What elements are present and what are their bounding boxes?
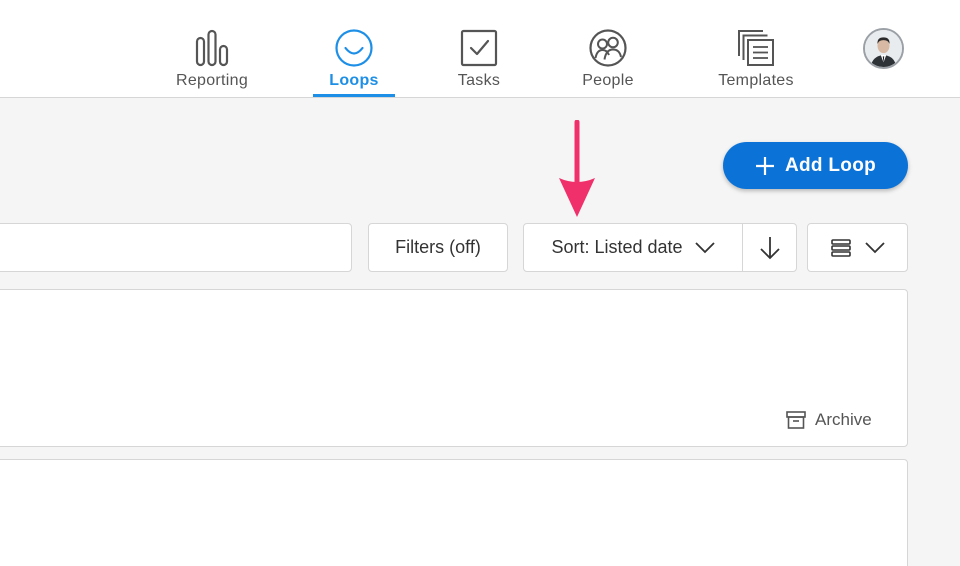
nav-people[interactable]: People <box>567 0 649 98</box>
sort-label: Sort: Listed date <box>551 237 683 257</box>
archive-box-icon <box>786 411 806 429</box>
nav-templates-label: Templates <box>718 72 794 89</box>
smile-icon <box>335 29 373 67</box>
checkbox-icon <box>460 29 498 67</box>
archive-button[interactable]: Archive <box>786 408 872 432</box>
nav-people-label: People <box>582 72 634 89</box>
nav-tasks[interactable]: Tasks <box>438 0 520 98</box>
filters-button[interactable]: Filters (off) <box>368 223 508 272</box>
user-avatar[interactable] <box>863 28 904 69</box>
filters-label: Filters (off) <box>395 237 481 257</box>
pointer-arrow-icon <box>559 120 595 217</box>
add-loop-label: Add Loop <box>784 154 877 176</box>
sort-control: Sort: Listed date <box>523 223 797 272</box>
people-icon <box>589 29 627 67</box>
top-navigation: Reporting Loops Tasks People Templates <box>0 0 960 98</box>
search-input[interactable] <box>0 223 352 272</box>
plus-icon <box>755 156 774 175</box>
nav-tasks-label: Tasks <box>457 72 501 89</box>
add-loop-button[interactable]: Add Loop <box>723 142 908 189</box>
loop-card[interactable] <box>0 289 908 447</box>
loop-card[interactable] <box>0 459 908 566</box>
templates-icon <box>738 30 774 66</box>
nav-loops[interactable]: Loops <box>313 0 395 98</box>
nav-templates[interactable]: Templates <box>715 0 797 98</box>
chevron-down-icon <box>694 241 715 253</box>
bar-chart-icon <box>195 29 229 67</box>
active-tab-indicator <box>313 94 395 97</box>
sort-direction-button[interactable] <box>743 224 796 271</box>
list-view-icon <box>830 238 851 257</box>
view-mode-dropdown[interactable] <box>807 223 908 272</box>
arrow-down-icon <box>759 236 780 259</box>
sort-dropdown-button[interactable]: Sort: Listed date <box>524 224 743 271</box>
nav-loops-label: Loops <box>329 72 379 89</box>
chevron-down-icon <box>864 241 885 253</box>
user-avatar-icon <box>865 30 902 67</box>
archive-label: Archive <box>815 410 872 429</box>
nav-reporting-label: Reporting <box>175 72 249 89</box>
nav-reporting[interactable]: Reporting <box>171 0 253 98</box>
